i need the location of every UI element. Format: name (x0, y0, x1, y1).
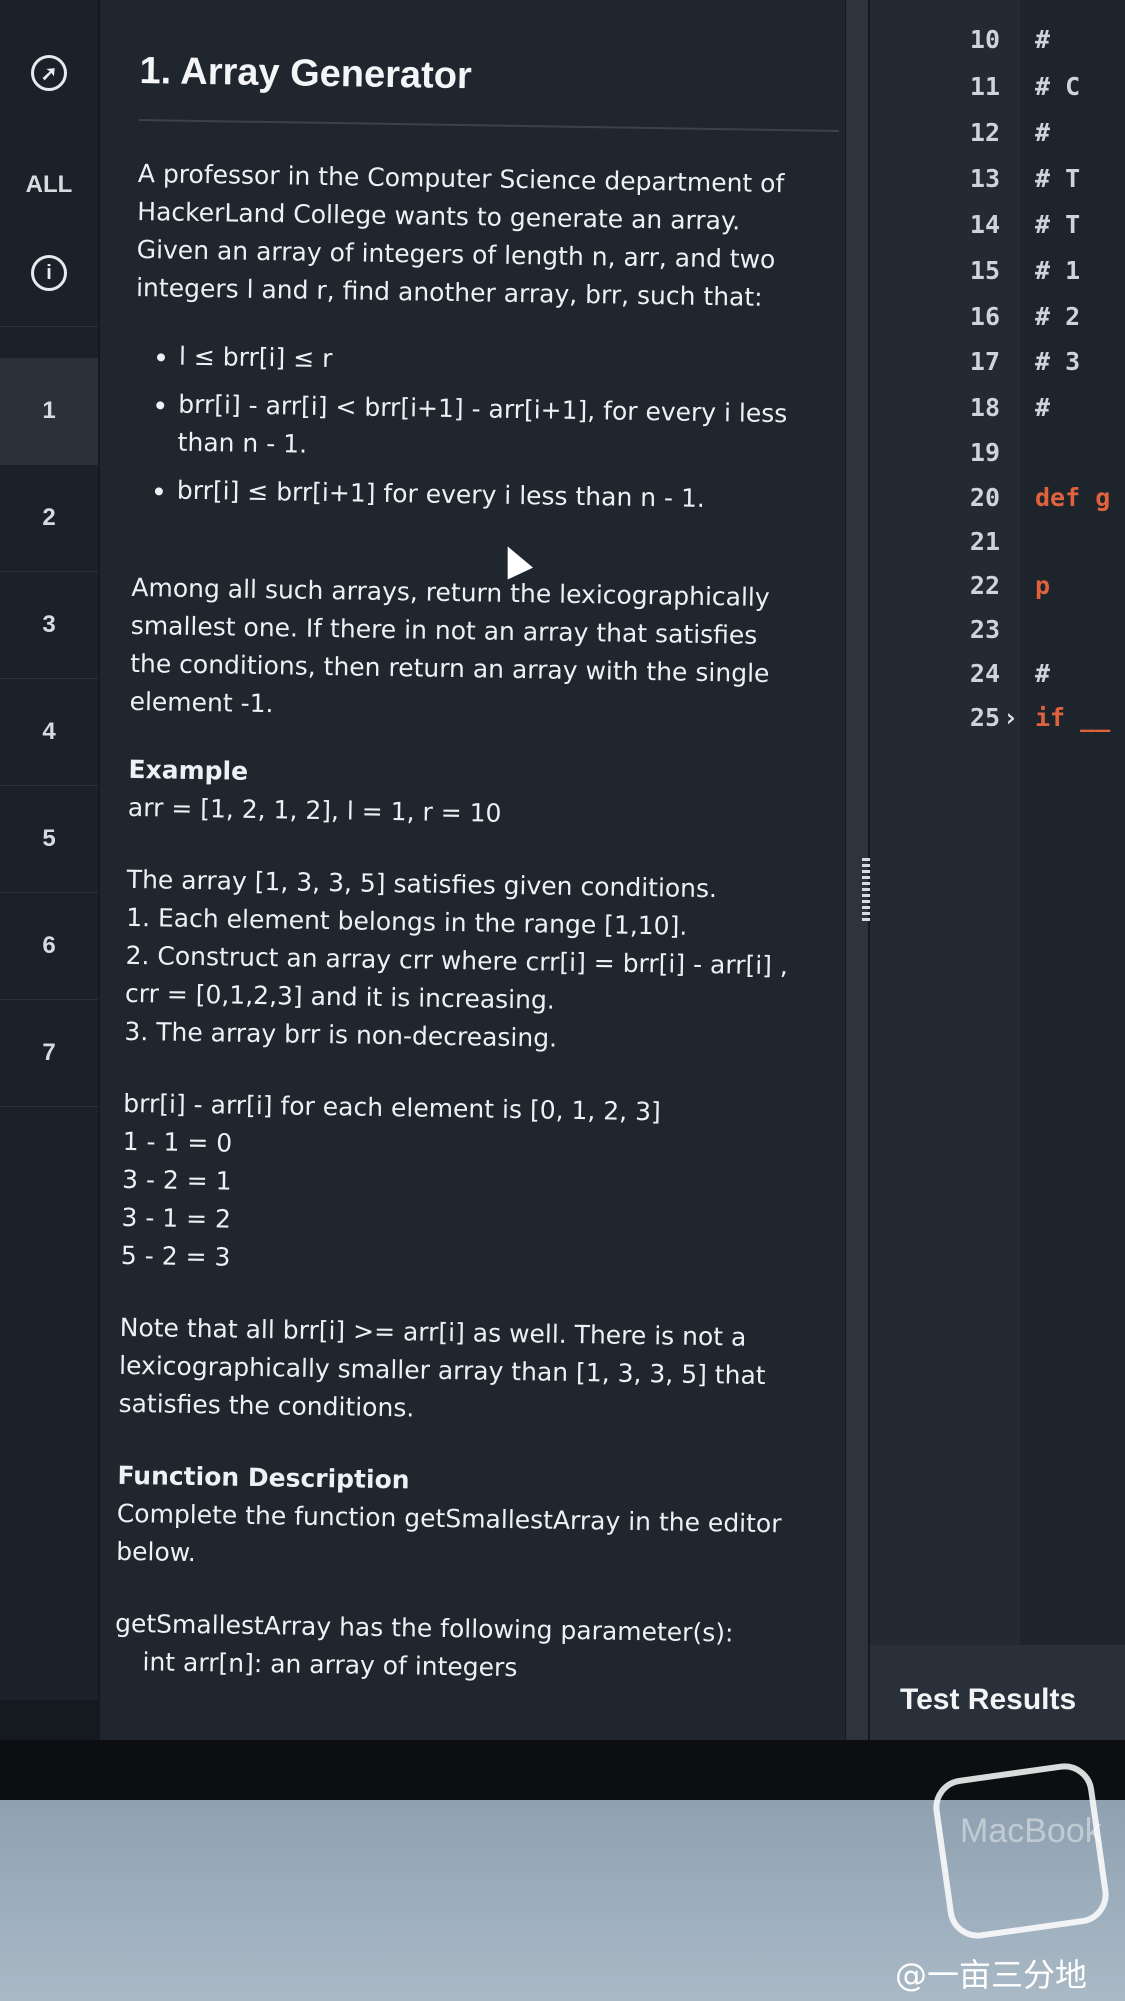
problem-content: 1. Array Generator A professor in the Co… (114, 40, 839, 1726)
code-line[interactable]: # T (1035, 164, 1080, 193)
code-line[interactable]: # 2 (1035, 302, 1080, 331)
line-number: 17 (969, 347, 1000, 376)
nav-item-question-1[interactable]: 1 (0, 358, 98, 465)
line-number: 14 (969, 210, 1000, 239)
explanation-block: The array [1, 3, 3, 5] satisfies given c… (124, 861, 817, 1062)
watermark-logo-icon (929, 1759, 1113, 1943)
code-line[interactable]: if __ (1035, 703, 1110, 732)
nav-item-question-5[interactable]: 5 (0, 786, 98, 893)
code-line[interactable]: p (1035, 571, 1050, 600)
title-divider (138, 118, 839, 132)
code-line[interactable]: # 3 (1035, 347, 1080, 376)
nav-item-question-2[interactable]: 2 (0, 465, 98, 572)
nav-item-question-3[interactable]: 3 (0, 572, 98, 679)
code-line[interactable]: # T (1035, 210, 1080, 239)
nav-item-question-7[interactable]: 7 (0, 1000, 98, 1107)
line-number-gutter: 10 11 12 13 14 15 16 17 18 19 20 21 22 2… (870, 0, 1020, 1650)
line-number: 11 (969, 72, 1000, 101)
function-description-block: Function Description Complete the functi… (116, 1457, 808, 1582)
code-line[interactable]: # (1035, 393, 1050, 422)
condition-item: brr[i] ≤ brr[i+1] for every i less than … (177, 472, 824, 520)
line-number: 21 (969, 527, 1000, 556)
difference-block: brr[i] - arr[i] for each element is [0, … (121, 1085, 814, 1286)
line-number: 16 (969, 302, 1000, 331)
line-number: 19 (969, 438, 1000, 467)
fold-arrow-icon[interactable]: › (1003, 703, 1018, 732)
line-number: 13 (969, 164, 1000, 193)
condition-item: brr[i] - arr[i] < brr[i+1] - arr[i+1], f… (177, 386, 824, 472)
code-line[interactable]: def g (1035, 483, 1110, 512)
watermark-text: @一亩三分地 (895, 1956, 1088, 1994)
example-block: Example arr = [1, 2, 1, 2], l = 1, r = 1… (128, 751, 819, 838)
test-results-bar[interactable]: Test Results (870, 1645, 1125, 1740)
line-number: 25 (969, 703, 1000, 732)
line-number: 23 (969, 615, 1000, 644)
line-number: 18 (969, 393, 1000, 422)
line-number: 15 (969, 256, 1000, 285)
line-number: 24 (969, 659, 1000, 688)
question-nav-rail: ➚ ALL i 1 2 3 4 5 6 7 (0, 0, 98, 1700)
code-editor[interactable]: 10 11 12 13 14 15 16 17 18 19 20 21 22 2… (870, 0, 1125, 1650)
nav-item-question-6[interactable]: 6 (0, 893, 98, 1000)
screen: ➚ ALL i 1 2 3 4 5 6 7 1. Array Generator… (0, 0, 1125, 1780)
code-line[interactable]: # (1035, 118, 1050, 147)
info-icon-button[interactable]: i (0, 220, 98, 327)
line-number: 12 (969, 118, 1000, 147)
problem-title: 1. Array Generator (139, 49, 473, 98)
code-line[interactable]: # 1 (1035, 256, 1080, 285)
test-results-label: Test Results (900, 1683, 1077, 1716)
line-number: 20 (969, 483, 1000, 512)
note-block: Note that all brr[i] >= arr[i] as well. … (118, 1309, 810, 1434)
parameters-block: getSmallestArray has the following param… (114, 1605, 805, 1692)
compass-icon-button[interactable]: ➚ (0, 20, 98, 126)
info-icon: i (31, 255, 67, 291)
intro-paragraph: A professor in the Computer Science depa… (136, 155, 828, 318)
line-number: 10 (969, 25, 1000, 54)
conditions-list: l ≤ brr[i] ≤ r brr[i] - arr[i] < brr[i+1… (133, 337, 826, 520)
condition-item: l ≤ brr[i] ≤ r (179, 338, 826, 386)
code-line[interactable]: # C (1035, 72, 1080, 101)
nav-item-question-4[interactable]: 4 (0, 679, 98, 786)
problem-panel[interactable]: 1. Array Generator A professor in the Co… (100, 0, 845, 1770)
line-number: 22 (969, 571, 1000, 600)
code-line[interactable]: # (1035, 659, 1050, 688)
compass-icon: ➚ (31, 55, 67, 91)
return-paragraph: Among all such arrays, return the lexico… (129, 569, 821, 732)
code-line[interactable]: # (1035, 25, 1050, 54)
